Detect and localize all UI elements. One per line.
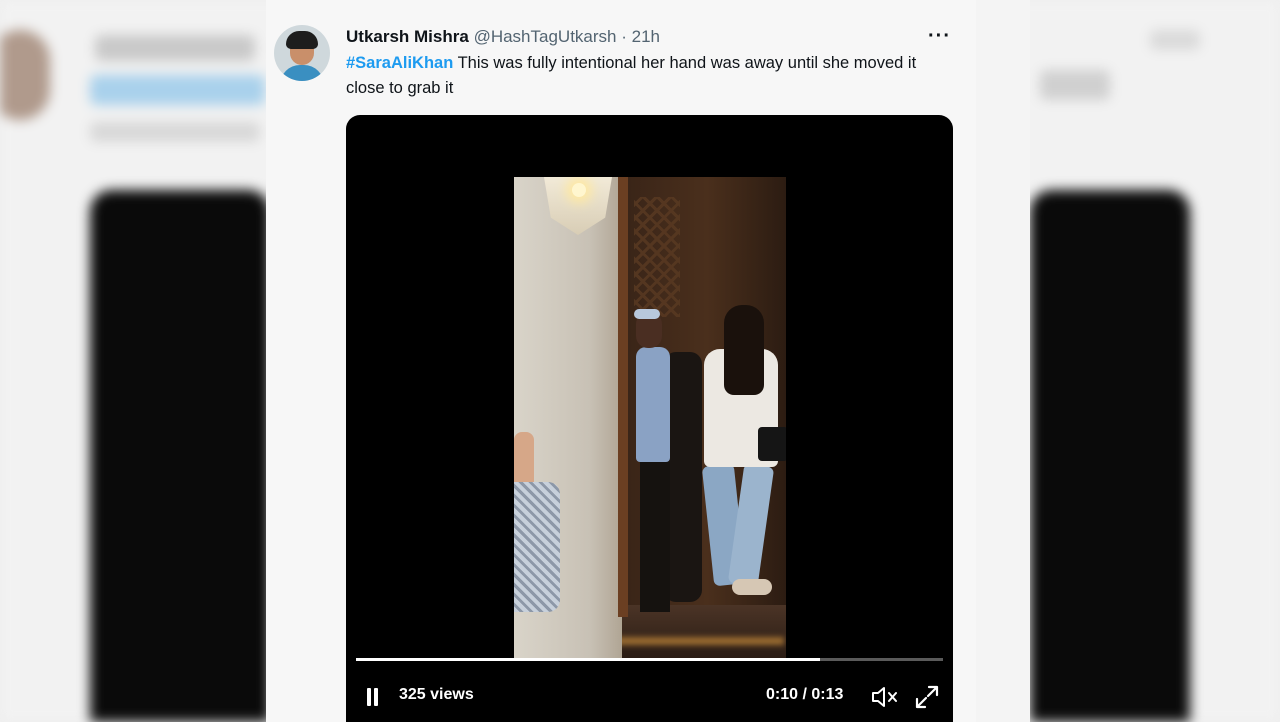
tweet-timestamp[interactable]: 21h: [632, 27, 660, 46]
blurred-video-left: [90, 190, 270, 722]
avatar[interactable]: [274, 25, 330, 81]
pause-icon[interactable]: [364, 686, 380, 708]
current-time: 0:10: [766, 686, 799, 703]
more-horizontal-icon[interactable]: ···: [928, 25, 951, 48]
expand-icon[interactable]: [913, 683, 941, 711]
side-strip: [976, 0, 1030, 722]
blurred-block: [1150, 30, 1200, 50]
time-separator: /: [798, 686, 812, 703]
video-player[interactable]: 325 views 0:10 / 0:13: [346, 115, 953, 722]
blurred-video-right: [1030, 190, 1190, 722]
blurred-text: [90, 122, 260, 142]
duration: 0:13: [811, 686, 844, 703]
time-display: 0:10 / 0:13: [766, 686, 843, 704]
video-progress-bar[interactable]: [356, 658, 943, 661]
separator-dot: ·: [621, 27, 627, 46]
view-count: 325 views: [399, 686, 474, 703]
tweet-header: Utkarsh Mishra @HashTagUtkarsh · 21h: [346, 26, 660, 48]
video-controls: 325 views 0:10 / 0:13: [346, 671, 953, 721]
author-name[interactable]: Utkarsh Mishra: [346, 27, 469, 46]
tweet-text: #SaraAliKhan This was fully intentional …: [346, 51, 936, 101]
tweet-card: Utkarsh Mishra @HashTagUtkarsh · 21h ···…: [266, 0, 976, 722]
blurred-block: [1040, 70, 1110, 100]
video-frame: [514, 177, 786, 659]
volume-muted-icon[interactable]: [870, 685, 900, 709]
video-progress-fill: [356, 658, 820, 661]
blurred-avatar: [0, 30, 50, 120]
author-handle[interactable]: @HashTagUtkarsh: [474, 27, 617, 46]
hashtag-link[interactable]: #SaraAliKhan: [346, 54, 453, 72]
blurred-hashtag: [90, 75, 265, 105]
blurred-name: [95, 35, 255, 61]
